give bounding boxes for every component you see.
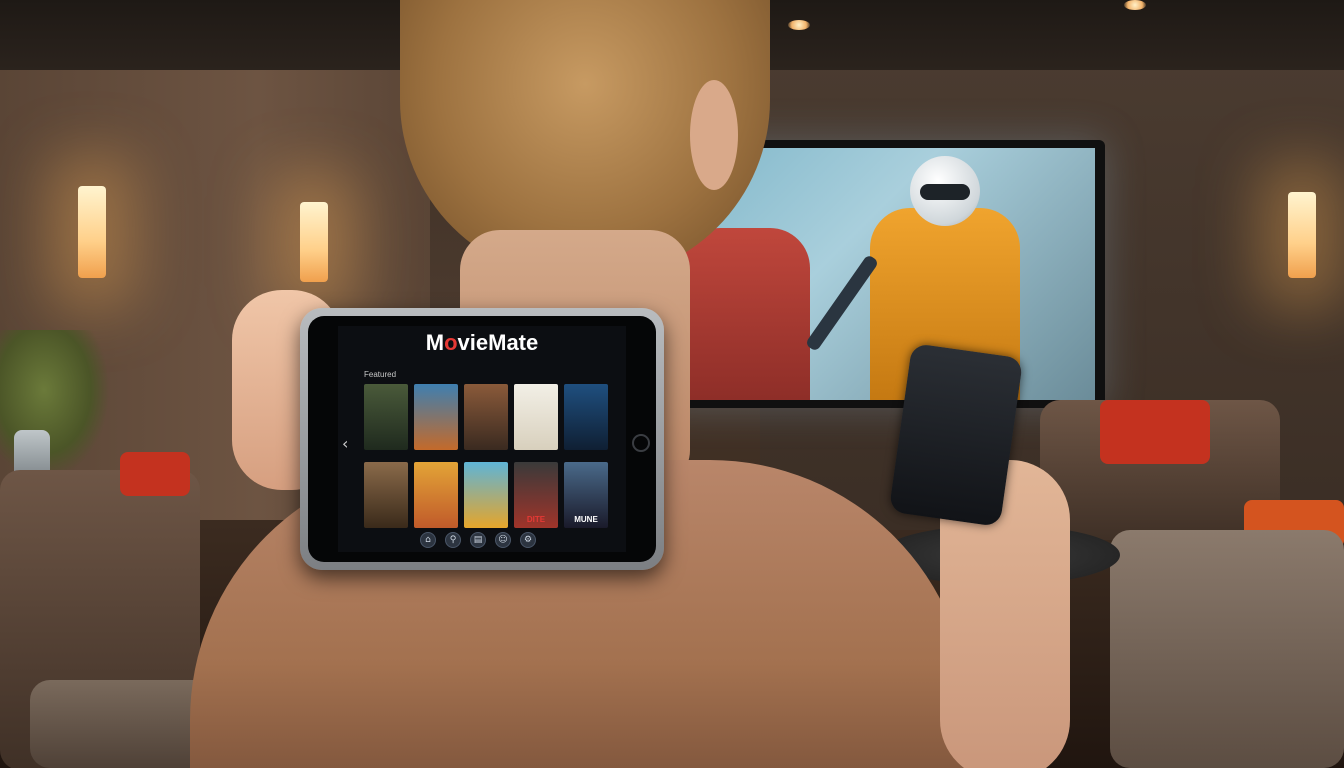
movie-poster[interactable]: MUNE	[564, 462, 608, 528]
settings-icon[interactable]: ⚙	[520, 532, 536, 548]
movie-poster[interactable]	[414, 384, 458, 450]
sofa-right	[1110, 530, 1344, 768]
smartphone[interactable]	[888, 343, 1024, 527]
section-label: Featured	[364, 370, 397, 379]
poster-title: MUNE	[574, 515, 598, 524]
movie-poster[interactable]	[364, 384, 408, 450]
ceiling-light	[1124, 0, 1146, 10]
movie-poster[interactable]	[414, 462, 458, 528]
home-icon[interactable]: ⌂	[420, 532, 436, 548]
wall-sconce-right	[1288, 192, 1316, 278]
movie-poster[interactable]	[464, 384, 508, 450]
tablet-bezel: MovieMate Featured ‹ DITE MUNE ⌂ ⚲ ▤ ☺ ⚙	[308, 316, 656, 562]
movie-poster[interactable]	[514, 384, 558, 450]
movie-poster[interactable]: DITE	[514, 462, 558, 528]
pillow-right	[1100, 400, 1210, 464]
search-icon[interactable]: ⚲	[445, 532, 461, 548]
poster-title: DITE	[526, 515, 546, 524]
pillow-left	[120, 452, 190, 496]
tv-baton	[804, 253, 880, 353]
living-room-scene: MovieMate Featured ‹ DITE MUNE ⌂ ⚲ ▤ ☺ ⚙	[0, 0, 1344, 768]
library-icon[interactable]: ▤	[470, 532, 486, 548]
movie-poster[interactable]	[364, 462, 408, 528]
wall-sconce-middle	[300, 202, 328, 282]
wall-sconce-left	[78, 186, 106, 278]
tablet: MovieMate Featured ‹ DITE MUNE ⌂ ⚲ ▤ ☺ ⚙	[300, 308, 664, 570]
ear	[690, 80, 738, 190]
moviemate-app-screen: MovieMate Featured ‹ DITE MUNE ⌂ ⚲ ▤ ☺ ⚙	[338, 326, 626, 552]
movie-poster[interactable]	[464, 462, 508, 528]
ceiling-light	[788, 20, 810, 30]
tv-figure-red	[680, 228, 810, 400]
back-arrow-icon[interactable]: ‹	[342, 434, 348, 453]
tv-visor	[920, 184, 970, 200]
profile-icon[interactable]: ☺	[495, 532, 511, 548]
home-button[interactable]	[632, 434, 650, 452]
app-logo: MovieMate	[425, 330, 539, 355]
movie-poster[interactable]	[564, 384, 608, 450]
